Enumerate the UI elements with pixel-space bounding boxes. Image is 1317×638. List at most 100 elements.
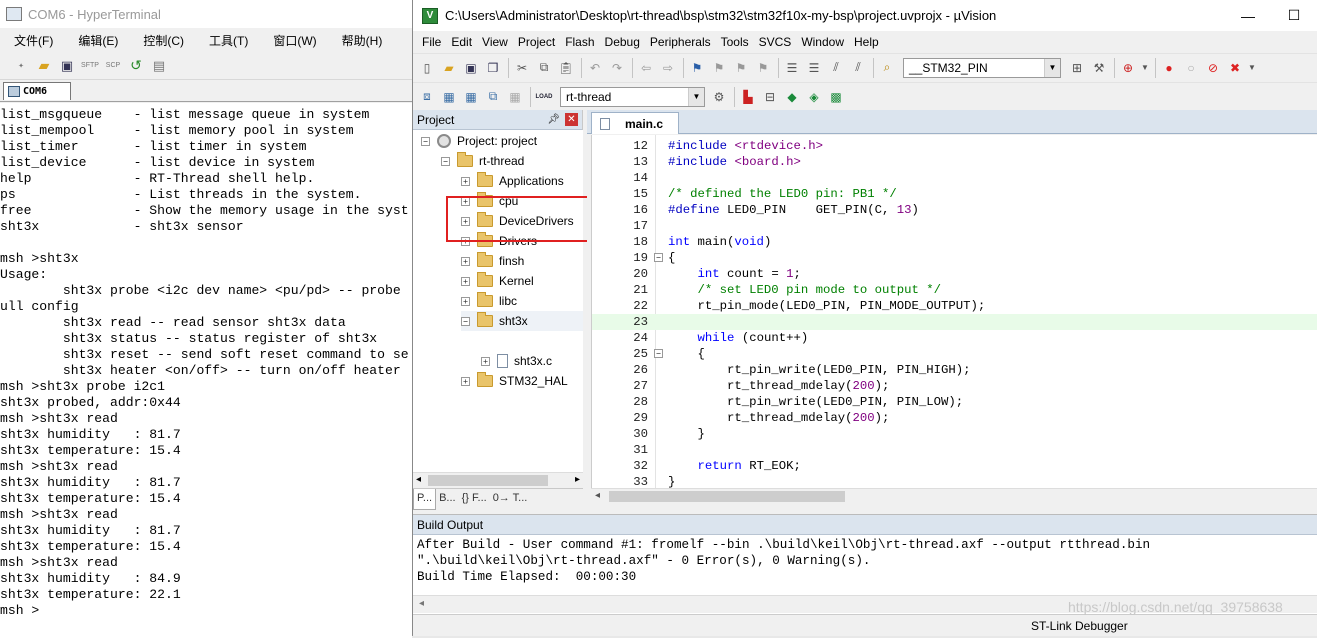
menu-edit[interactable]: Edit bbox=[451, 35, 472, 49]
code-line[interactable]: 19−{ bbox=[592, 250, 1317, 266]
incremental-find-icon[interactable]: ⚒ bbox=[1089, 58, 1109, 78]
window-dropdown-icon[interactable]: ▼ bbox=[1247, 58, 1257, 78]
ht-menu-tools[interactable]: 工具(T) bbox=[209, 32, 248, 49]
scrollbar-thumb[interactable] bbox=[609, 491, 845, 502]
code-line[interactable]: 17 bbox=[592, 218, 1317, 234]
tree-project-root[interactable]: − Project: project bbox=[421, 131, 537, 151]
editor-horizontal-scrollbar[interactable]: ◂ bbox=[591, 488, 1317, 504]
code-line[interactable]: 33} bbox=[592, 474, 1317, 488]
code-line[interactable]: 28 rt_pin_write(LED0_PIN, PIN_LOW); bbox=[592, 394, 1317, 410]
expand-icon[interactable]: + bbox=[461, 256, 470, 266]
tree-target[interactable]: − rt-thread bbox=[441, 151, 524, 171]
fold-icon[interactable]: − bbox=[654, 253, 663, 262]
indent-icon[interactable]: ☰ bbox=[782, 58, 802, 78]
ht-menu-edit[interactable]: 编辑(E) bbox=[78, 32, 118, 49]
expand-icon[interactable]: + bbox=[461, 376, 470, 386]
menu-help[interactable]: Help bbox=[854, 35, 879, 49]
chevron-down-icon[interactable]: ▼ bbox=[688, 87, 704, 106]
tree-group-sht3x[interactable]: − sht3x bbox=[461, 311, 583, 331]
save-icon[interactable]: ▣ bbox=[58, 57, 76, 75]
kill-breakpoints-icon[interactable]: ✖ bbox=[1225, 58, 1245, 78]
batch-build-icon[interactable]: ⧉ bbox=[483, 87, 503, 107]
pack-installer-icon[interactable]: ◈ bbox=[804, 87, 824, 107]
collapse-icon[interactable]: − bbox=[461, 316, 470, 326]
menu-view[interactable]: View bbox=[482, 35, 508, 49]
scroll-right-icon[interactable]: ▸ bbox=[575, 474, 580, 485]
chevron-down-icon[interactable]: ▼ bbox=[1044, 58, 1060, 77]
menu-svcs[interactable]: SVCS bbox=[759, 35, 792, 49]
expand-icon[interactable]: + bbox=[461, 176, 470, 186]
collapse-icon[interactable]: − bbox=[421, 136, 430, 146]
build-icon[interactable]: ▦ bbox=[439, 87, 459, 107]
minimize-icon[interactable]: — bbox=[1225, 8, 1271, 24]
new-file-icon[interactable]: ▯ bbox=[417, 58, 437, 78]
manage-project-items-icon[interactable]: ▙ bbox=[738, 87, 758, 107]
build-output-text[interactable]: After Build - User command #1: fromelf -… bbox=[413, 535, 1317, 585]
fold-icon[interactable]: − bbox=[654, 349, 663, 358]
code-line[interactable]: 16 #define LED0_PIN GET_PIN(C, 13) bbox=[592, 202, 1317, 218]
download-load-button[interactable]: LOAD bbox=[534, 87, 554, 107]
maximize-icon[interactable]: ☐ bbox=[1271, 7, 1317, 24]
bookmark-icon[interactable]: ⚑ bbox=[687, 58, 707, 78]
save-all-icon[interactable]: ❐ bbox=[483, 58, 503, 78]
bookmark-clear-icon[interactable]: ⚑ bbox=[753, 58, 773, 78]
uncomment-icon[interactable]: ⫽ bbox=[848, 58, 868, 78]
tab-functions[interactable]: {} F... bbox=[459, 489, 490, 510]
ht-menu-file[interactable]: 文件(F) bbox=[14, 32, 53, 49]
tree-group-finsh[interactable]: + finsh bbox=[461, 251, 524, 271]
code-line[interactable]: 25− { bbox=[592, 346, 1317, 362]
tab-books[interactable]: B... bbox=[436, 489, 459, 510]
code-line[interactable]: 13 #include <board.h> bbox=[592, 154, 1317, 170]
tree-group-stm32-hal[interactable]: + STM32_HAL bbox=[461, 371, 568, 391]
code-line[interactable]: 23 bbox=[592, 314, 1317, 330]
reconnect-icon[interactable]: ↺ bbox=[127, 57, 145, 75]
code-line[interactable]: 31 bbox=[592, 442, 1317, 458]
collapse-icon[interactable]: − bbox=[441, 156, 450, 166]
code-line[interactable]: 20 int count = 1; bbox=[592, 266, 1317, 282]
translate-icon[interactable]: ⧈ bbox=[417, 87, 437, 107]
open-folder-icon[interactable]: ▰ bbox=[35, 57, 53, 75]
redo-icon[interactable]: ↷ bbox=[607, 58, 627, 78]
scrollbar-thumb[interactable] bbox=[428, 475, 548, 486]
paste-icon[interactable]: 📋︎ bbox=[556, 58, 576, 78]
event-recorder-icon[interactable]: ▩ bbox=[826, 87, 846, 107]
ht-menu-window[interactable]: 窗口(W) bbox=[273, 32, 316, 49]
tab-project[interactable]: P... bbox=[413, 489, 437, 510]
open-file-icon[interactable]: ▰ bbox=[439, 58, 459, 78]
scp-button[interactable]: SCP bbox=[104, 57, 122, 75]
code-line[interactable]: 15 /* defined the LED0 pin: PB1 */ bbox=[592, 186, 1317, 202]
close-icon[interactable]: ✕ bbox=[565, 113, 578, 126]
menu-flash[interactable]: Flash bbox=[565, 35, 594, 49]
copy-icon[interactable]: ⧉ bbox=[534, 58, 554, 78]
menu-debug[interactable]: Debug bbox=[605, 35, 640, 49]
sftp-button[interactable]: SFTP bbox=[81, 57, 99, 75]
find-in-files-icon[interactable]: ⌕ bbox=[877, 58, 897, 78]
code-line[interactable]: 32 return RT_EOK; bbox=[592, 458, 1317, 474]
menu-file[interactable]: File bbox=[422, 35, 441, 49]
expand-icon[interactable]: + bbox=[481, 356, 490, 366]
bookmark-prev-icon[interactable]: ⚑ bbox=[709, 58, 729, 78]
nav-back-icon[interactable]: ⇦ bbox=[636, 58, 656, 78]
disable-all-breakpoints-icon[interactable]: ⊘ bbox=[1203, 58, 1223, 78]
target-options-icon[interactable]: ⚙ bbox=[709, 87, 729, 107]
tree-file-sht3x-c[interactable]: + sht3x.c bbox=[461, 351, 552, 371]
code-line[interactable]: 24 while (count++) bbox=[592, 330, 1317, 346]
undo-icon[interactable]: ↶ bbox=[585, 58, 605, 78]
project-horizontal-scrollbar[interactable]: ◂ ▸ bbox=[413, 472, 583, 488]
disable-breakpoint-icon[interactable]: ○ bbox=[1181, 58, 1201, 78]
save-icon[interactable]: ▣ bbox=[461, 58, 481, 78]
code-line[interactable]: 26 rt_pin_write(LED0_PIN, PIN_HIGH); bbox=[592, 362, 1317, 378]
find-icon[interactable]: ⊞ bbox=[1067, 58, 1087, 78]
code-line[interactable]: 22 rt_pin_mode(LED0_PIN, PIN_MODE_OUTPUT… bbox=[592, 298, 1317, 314]
ht-menu-help[interactable]: 帮助(H) bbox=[342, 32, 383, 49]
rebuild-icon[interactable]: ▦ bbox=[461, 87, 481, 107]
tab-templates[interactable]: 0→ T... bbox=[490, 489, 531, 510]
menu-window[interactable]: Window bbox=[801, 35, 844, 49]
terminal-output[interactable]: list_msgqueue - list message queue in sy… bbox=[0, 103, 412, 638]
tree-group-libc[interactable]: + libc bbox=[461, 291, 517, 311]
cut-icon[interactable]: ✂ bbox=[512, 58, 532, 78]
pin-icon[interactable]: 📌︎ bbox=[547, 114, 560, 125]
tree-group-kernel[interactable]: + Kernel bbox=[461, 271, 534, 291]
menu-peripherals[interactable]: Peripherals bbox=[650, 35, 711, 49]
target-combo[interactable]: rt-thread ▼ bbox=[560, 86, 705, 107]
